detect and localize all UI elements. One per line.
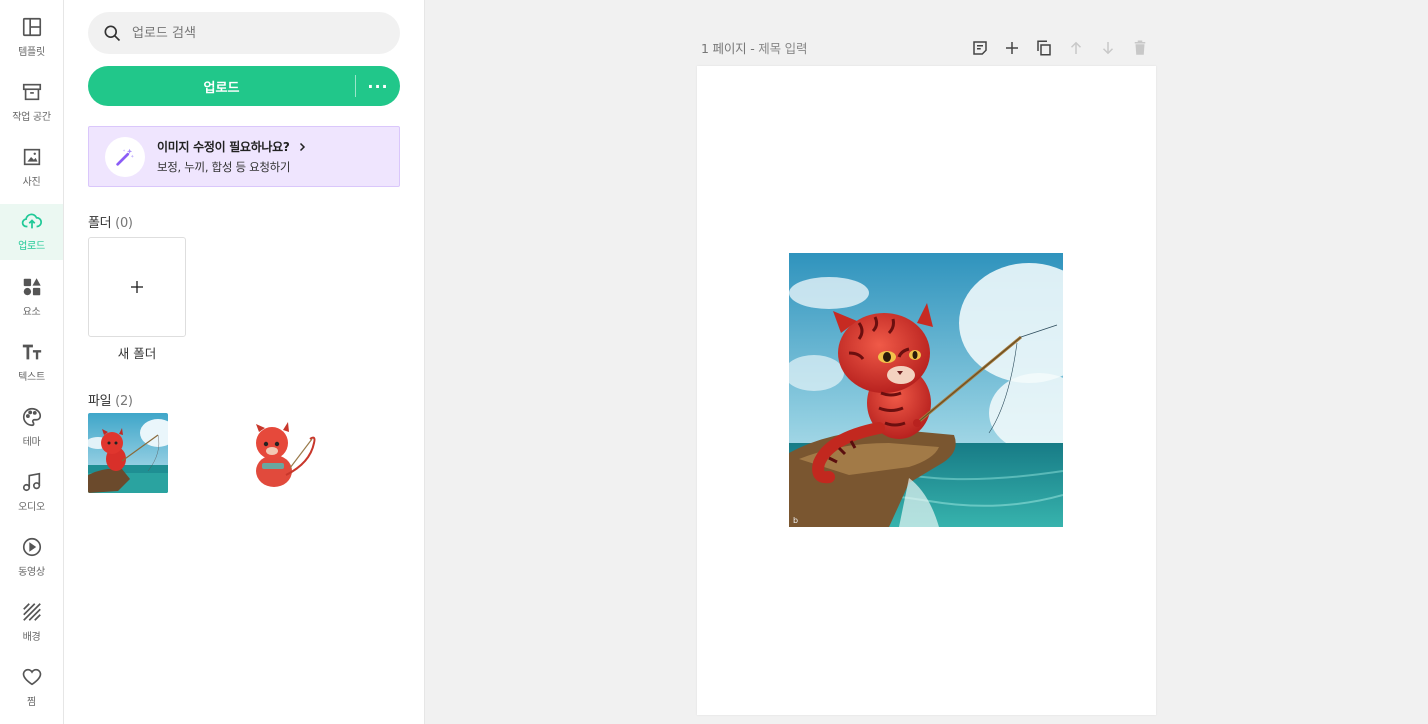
watermark-glyph: b: [793, 516, 798, 525]
upload-panel: 업로드 ··· 이미지 수정이 필요하나요? 보정, 누끼, 합성 등 요청하기…: [64, 0, 425, 724]
shapes-icon: [23, 278, 41, 296]
promo-text: 이미지 수정이 필요하나요? 보정, 누끼, 합성 등 요청하기: [157, 138, 308, 175]
page-title-input[interactable]: 제목 입력: [758, 41, 807, 56]
stripes-icon: [22, 603, 41, 621]
new-folder-label: 새 폴더: [117, 346, 157, 361]
note-icon: [973, 41, 987, 55]
play-circle-icon: [22, 537, 41, 557]
folders-count: (0): [115, 216, 133, 231]
arrow-up-icon: [1070, 41, 1082, 54]
promo-title: 이미지 수정이 필요하나요?: [157, 140, 290, 154]
rail-item-elements[interactable]: 요소: [0, 270, 63, 326]
rail-label: 테마: [22, 437, 41, 448]
rail-item-video[interactable]: 동영상: [0, 530, 63, 586]
heart-icon: [22, 668, 41, 686]
rail-label: 오디오: [18, 502, 45, 513]
promo-subtitle: 보정, 누끼, 합성 등 요청하기: [157, 160, 291, 174]
folders-label: 폴더: [88, 216, 112, 231]
move-page-down-button[interactable]: [1096, 36, 1120, 60]
rail-item-photos[interactable]: 사진: [0, 140, 63, 196]
plus-icon: [131, 281, 143, 293]
files-heading: 파일 (2): [88, 390, 133, 409]
rail-item-favorites[interactable]: 찜: [0, 660, 63, 716]
rail-item-workspace[interactable]: 작업 공간: [0, 75, 63, 131]
magic-wand-icon: [116, 148, 134, 166]
upload-more-button[interactable]: ···: [356, 66, 400, 106]
delete-page-button[interactable]: [1128, 36, 1152, 60]
text-icon: [22, 344, 41, 360]
rail-item-text[interactable]: 텍스트: [0, 335, 63, 391]
promo-title-row: 이미지 수정이 필요하나요?: [157, 138, 308, 155]
folders-heading: 폴더 (0): [88, 212, 133, 231]
rail-label: 동영상: [18, 567, 45, 578]
design-page[interactable]: b: [697, 66, 1156, 715]
upload-button-group: 업로드 ···: [88, 66, 400, 106]
search-icon: [104, 25, 121, 42]
music-icon: [22, 472, 40, 492]
image-edit-promo-banner[interactable]: 이미지 수정이 필요하나요? 보정, 누끼, 합성 등 요청하기: [88, 126, 400, 187]
new-folder-button[interactable]: [88, 237, 186, 337]
rail-item-templates[interactable]: 템플릿: [0, 10, 63, 66]
arrow-down-icon: [1102, 42, 1114, 55]
tiger-fishing-image: [88, 413, 168, 493]
promo-icon-circle: [105, 136, 145, 177]
add-page-button[interactable]: [1000, 36, 1024, 60]
files-count: (2): [115, 394, 133, 409]
search-box: [88, 12, 400, 54]
upload-button[interactable]: 업로드: [88, 66, 355, 106]
template-icon: [22, 17, 41, 37]
tiger-fishing-artwork: b: [789, 253, 1063, 527]
rail-item-background[interactable]: 배경: [0, 595, 63, 651]
page-notes-button[interactable]: [968, 36, 992, 60]
palette-icon: [22, 407, 41, 427]
rail-label: 업로드: [18, 241, 45, 252]
rail-label: 요소: [22, 307, 41, 318]
move-page-up-button[interactable]: [1064, 36, 1088, 60]
tiger-cutout-image: [240, 413, 320, 493]
file-thumbnail[interactable]: [88, 413, 168, 493]
rail-label: 템플릿: [18, 47, 45, 58]
rail-label: 작업 공간: [12, 112, 51, 123]
rail-item-upload[interactable]: 업로드: [0, 204, 63, 260]
page-number: 1 페이지: [701, 41, 747, 56]
upload-cloud-icon: [21, 213, 42, 229]
file-thumbnail[interactable]: [240, 413, 320, 493]
rail-label: 배경: [22, 632, 41, 643]
search-input[interactable]: [132, 25, 382, 41]
copy-icon: [1037, 40, 1051, 56]
duplicate-page-button[interactable]: [1032, 36, 1056, 60]
page-header: 1 페이지 - 제목 입력: [701, 38, 807, 57]
rail-label: 찜: [27, 697, 36, 708]
trash-icon: [1134, 40, 1146, 55]
left-nav-rail: 템플릿 작업 공간 사진 업로드 요소 텍스트 테마 오디오 동영상 배경 찜: [0, 0, 64, 724]
files-label: 파일: [88, 394, 112, 409]
chevron-right-icon: [299, 142, 305, 151]
rail-item-audio[interactable]: 오디오: [0, 465, 63, 521]
placed-image[interactable]: b: [789, 253, 1063, 527]
image-icon: [23, 148, 40, 166]
rail-label: 텍스트: [18, 372, 45, 383]
page-title-separator: -: [746, 41, 759, 56]
plus-icon: [1006, 42, 1018, 54]
rail-label: 사진: [22, 177, 41, 188]
archive-icon: [22, 83, 41, 101]
rail-item-theme[interactable]: 테마: [0, 400, 63, 456]
